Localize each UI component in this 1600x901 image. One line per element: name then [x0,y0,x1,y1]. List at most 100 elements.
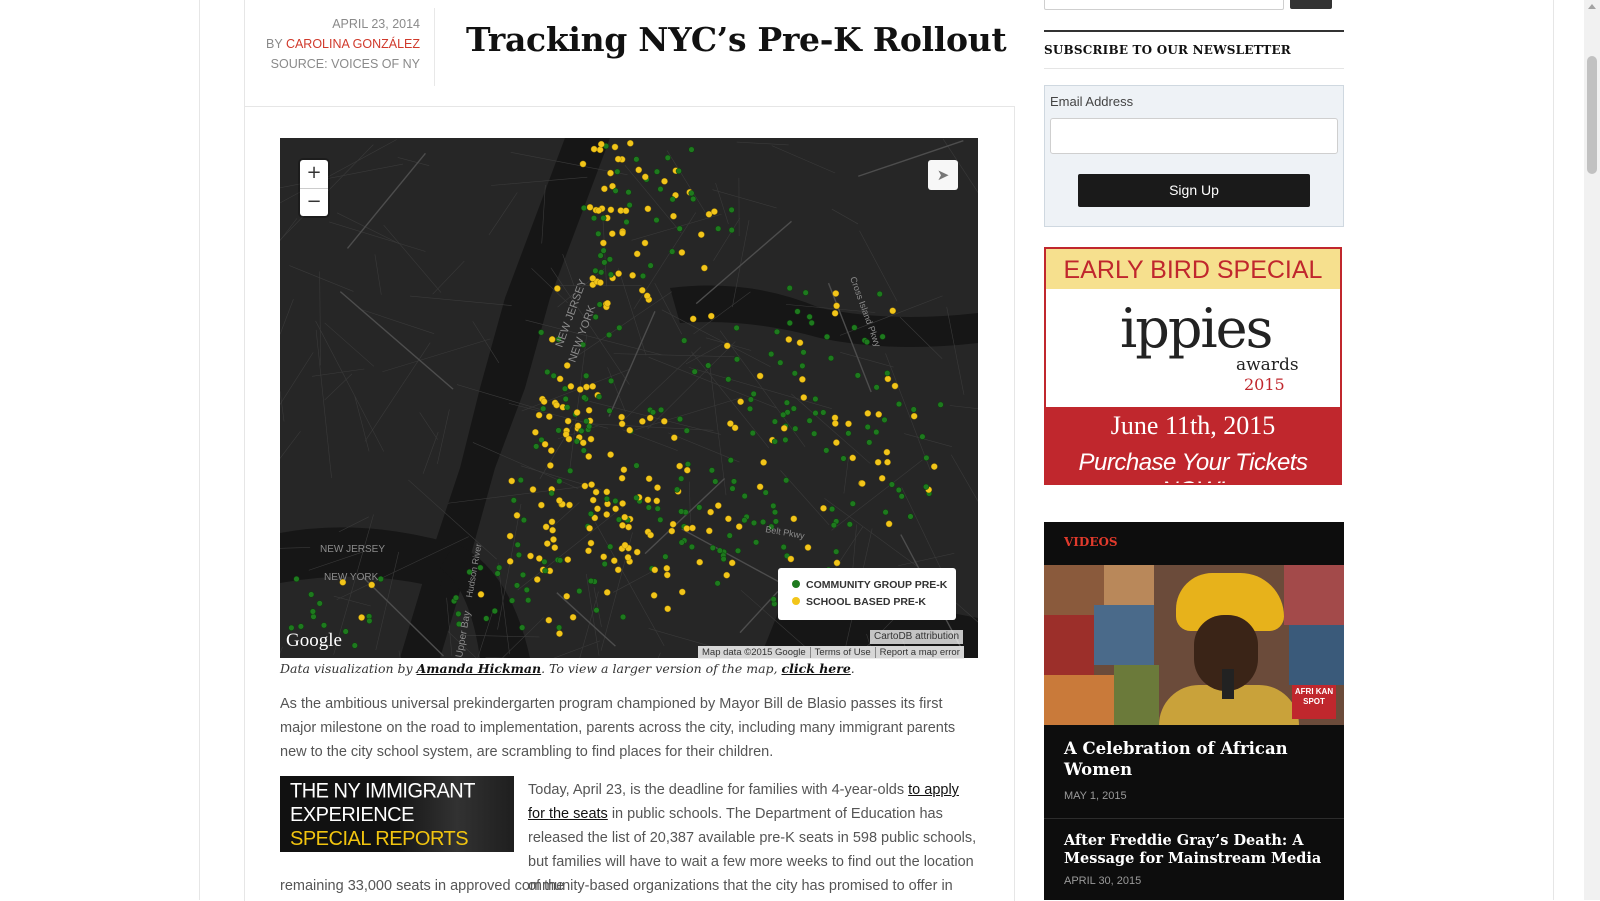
school-based-pre-k-dot [630,272,636,278]
community-group-pre-k-dot [689,544,695,550]
community-group-pre-k-dot [352,643,358,649]
school-based-pre-k-dot [892,383,898,389]
scroll-up-arrow[interactable] [1588,4,1596,9]
school-based-pre-k-dot [608,207,614,213]
community-group-pre-k-dot [899,494,905,500]
community-group-pre-k-dot [685,461,691,467]
community-group-pre-k-dot [710,545,716,551]
community-group-pre-k-dot [809,320,815,326]
search-button[interactable] [1290,0,1332,9]
school-based-pre-k-dot [566,502,572,508]
zoom-in-button[interactable]: + [300,160,328,189]
community-group-pre-k-dot [908,514,914,520]
school-based-pre-k-dot [654,498,660,504]
school-based-pre-k-dot [627,427,633,433]
school-based-pre-k-dot [619,414,625,420]
special-reports-banner[interactable]: THE NY IMMIGRANT EXPERIENCE SPECIAL REPO… [280,776,514,852]
quilt-patch [1104,565,1154,605]
caption-author-link[interactable]: Amanda Hickman [417,661,542,676]
school-based-pre-k-dot [611,558,617,564]
school-based-pre-k-dot [547,462,553,468]
article-date: APRIL 23, 2014 [240,14,420,34]
page-frame-right [1553,0,1554,900]
school-based-pre-k-dot [736,524,742,530]
school-based-pre-k-dot [648,532,654,538]
school-based-pre-k-dot [931,464,937,470]
ippies-ad[interactable]: EARLY BIRD SPECIAL ippies awards 2015 Ju… [1044,247,1342,485]
community-group-pre-k-dot [882,417,888,423]
p2-start: Today, April 23, is the deadline for fam… [528,782,908,798]
share-button[interactable]: ➤ [928,160,958,190]
community-group-pre-k-dot [545,369,551,375]
school-based-pre-k-dot [601,554,607,560]
scrollbar-thumb[interactable] [1587,56,1597,174]
school-based-pre-k-dot [623,208,629,214]
community-group-pre-k-dot [676,168,682,174]
community-group-pre-k-dot [847,522,853,528]
community-group-pre-k-dot [540,406,546,412]
community-group-pre-k-dot [855,373,861,379]
zoom-out-button[interactable]: − [300,189,328,217]
school-based-pre-k-dot [689,525,695,531]
school-based-pre-k-dot [538,502,544,508]
school-based-pre-k-dot [546,414,552,420]
community-group-pre-k-dot [663,554,669,560]
cartodb-attribution[interactable]: CartoDB attribution [870,630,963,644]
community-group-pre-k-dot [735,548,741,554]
community-group-pre-k-dot [453,595,459,601]
community-group-pre-k-dot [689,190,695,196]
school-based-pre-k-dot [845,421,851,427]
community-group-pre-k-dot [734,357,740,363]
map-attribution-bar: Map data ©2015 GoogleTerms of UseReport … [698,646,964,659]
search-input[interactable] [1044,0,1284,10]
video-title-2[interactable]: After Freddie Gray’s Death: A Message fo… [1064,832,1326,868]
community-group-pre-k-dot [495,571,501,577]
school-based-pre-k-dot [566,436,572,442]
community-group-pre-k-dot [726,377,732,383]
school-based-pre-k-dot [621,467,627,473]
community-group-pre-k-dot [607,257,613,263]
community-group-pre-k-dot [729,227,735,233]
community-group-pre-k-dot [807,418,813,424]
google-logo[interactable]: Google [286,630,342,652]
school-based-pre-k-dot [639,287,645,293]
community-group-pre-k-dot [750,430,756,436]
school-based-pre-k-dot [788,556,794,562]
community-group-pre-k-dot [783,478,789,484]
school-based-pre-k-dot [548,448,554,454]
school-based-pre-k-dot [552,545,558,551]
school-based-pre-k-dot [554,402,560,408]
terms-link[interactable]: Terms of Use [810,647,875,658]
school-based-pre-k-dot [549,519,555,525]
community-group-pre-k-dot [865,424,871,430]
video-thumbnail[interactable]: AFRI KAN SPOT [1044,565,1344,725]
community-group-pre-k-dot [658,186,664,192]
video-title-1[interactable]: A Celebration of African Women [1064,738,1326,780]
sign-up-button[interactable]: Sign Up [1078,174,1310,207]
school-based-pre-k-dot [697,559,703,565]
community-group-pre-k-dot [938,402,944,408]
school-based-pre-k-dot [580,440,586,446]
school-based-pre-k-dot [601,186,607,192]
school-based-pre-k-dot [564,362,570,368]
community-group-pre-k-dot [728,457,734,463]
school-based-pre-k-dot [625,554,631,560]
ad-awards: awards [1236,355,1299,375]
school-based-pre-k-dot [820,505,826,511]
school-based-pre-k-dot [738,399,744,405]
community-group-pre-k-dot [308,592,314,598]
community-group-pre-k-dot [294,576,300,582]
report-error-link[interactable]: Report a map error [875,647,964,658]
community-group-pre-k-dot [841,456,847,462]
school-based-pre-k-dot [588,436,594,442]
community-group-pre-k-dot [598,253,604,259]
community-group-pre-k-dot [692,369,698,375]
community-group-pre-k-dot [783,437,789,443]
author-link[interactable]: CAROLINA GONZÁLEZ [286,37,420,51]
community-group-pre-k-dot [588,578,594,584]
community-group-pre-k-dot [807,314,813,320]
email-field[interactable] [1050,118,1338,154]
caption-click-here-link[interactable]: click here [781,661,850,676]
community-group-pre-k-dot [634,463,640,469]
school-based-pre-k-dot [669,528,675,534]
